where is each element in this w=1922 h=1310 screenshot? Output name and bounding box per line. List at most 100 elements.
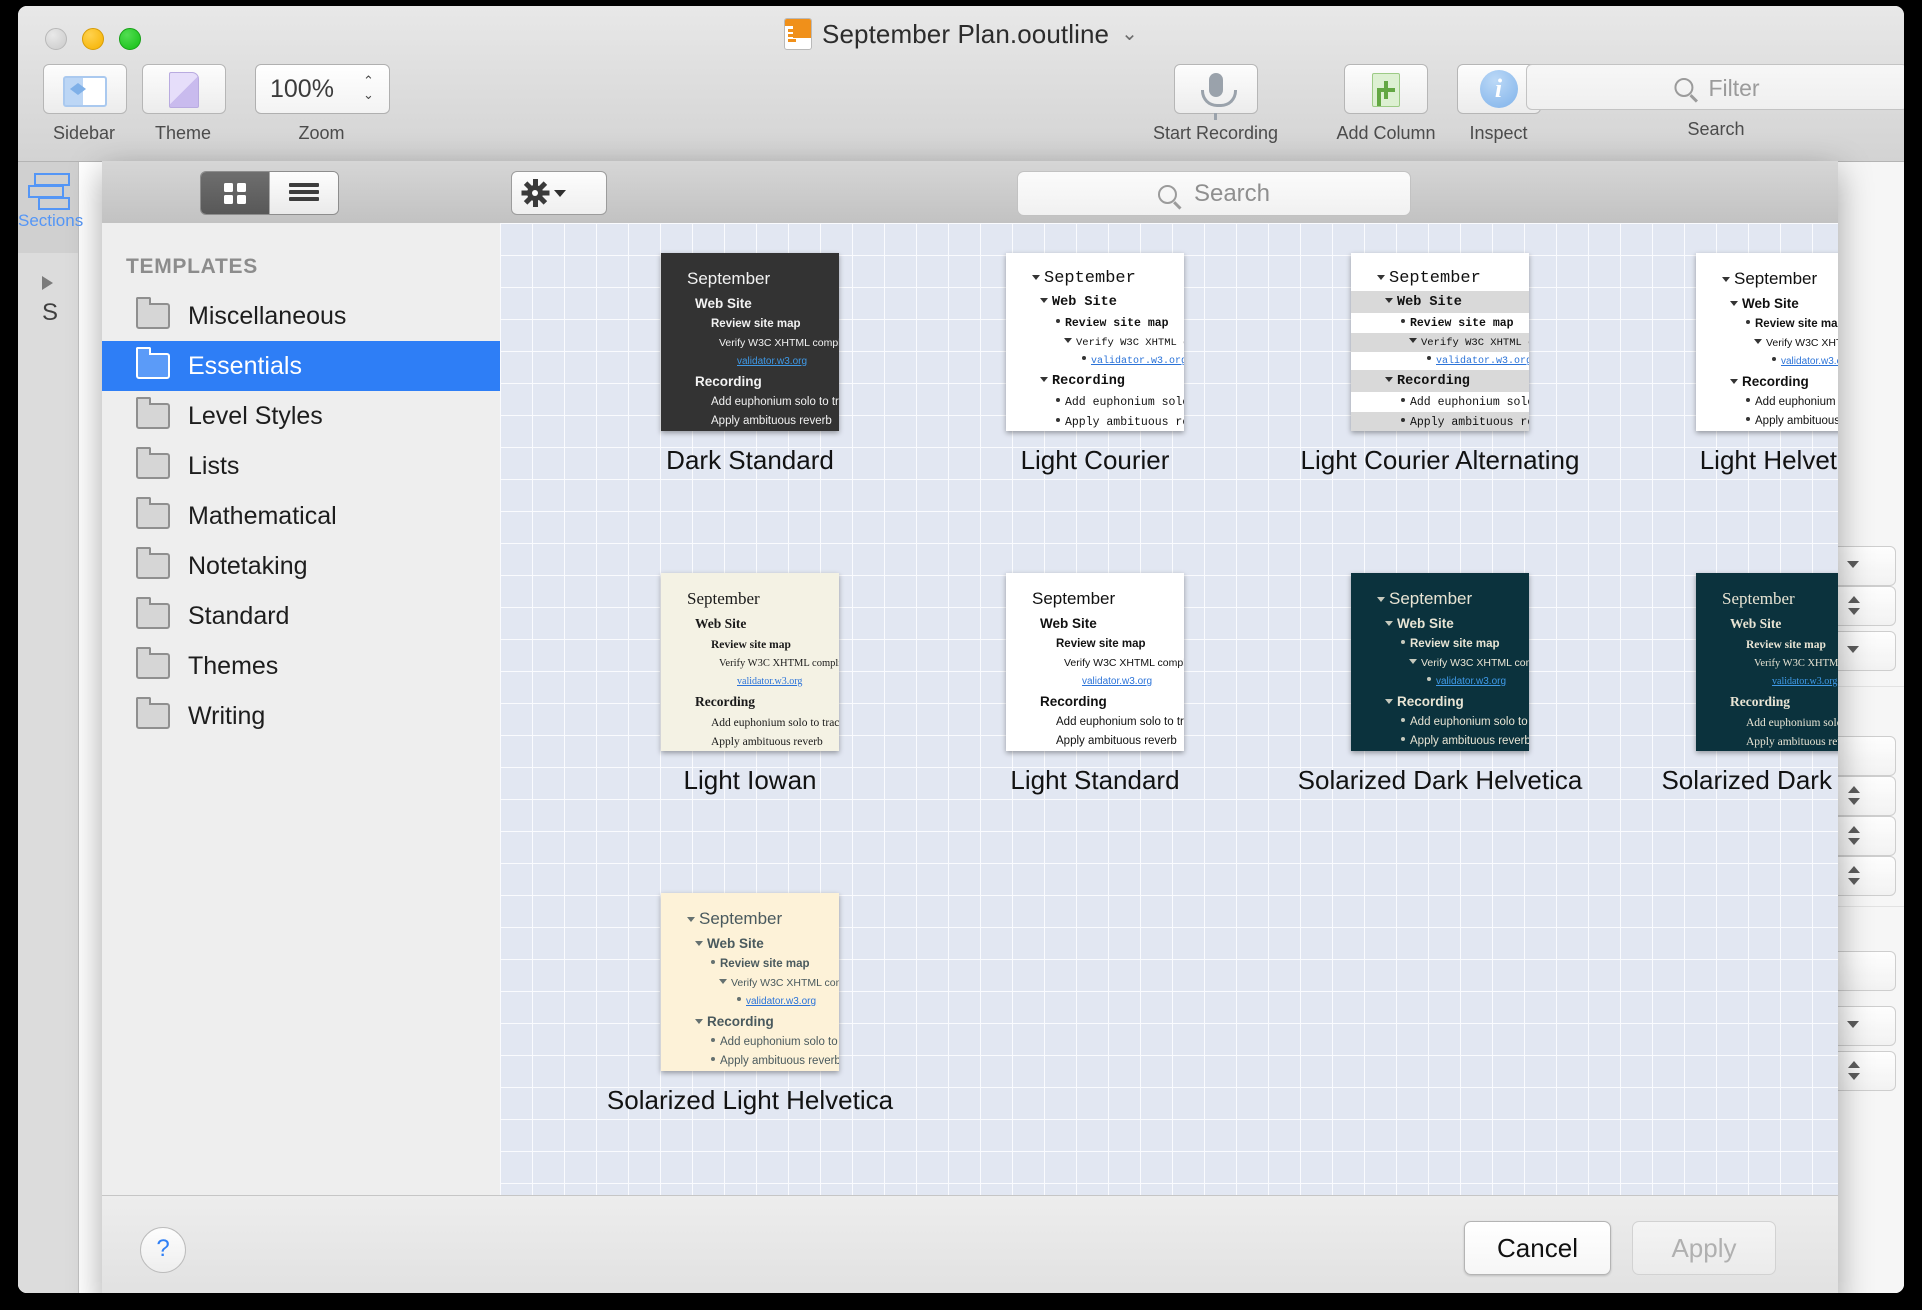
theme-icon	[169, 72, 199, 108]
template-preview-line: Verify W3C XHTML compliance	[1006, 333, 1184, 352]
view-mode-segmented-control[interactable]	[200, 171, 339, 215]
disclosure-triangle-icon	[1032, 275, 1040, 280]
template-preview-line: Add euphonium solo to track	[1696, 392, 1838, 411]
template-preview-line: Verify W3C XHTML compliance	[1006, 653, 1184, 672]
template-thumbnail[interactable]: September Web Site Review site map Verify W…	[1351, 253, 1529, 431]
template-cell[interactable]: September Web Site Review site map Verify W…	[1290, 253, 1590, 475]
template-preview-line: Review site map	[661, 635, 839, 654]
zoom-field[interactable]: 100% ⌃ ⌄	[255, 64, 390, 114]
template-preview-line: validator.w3.org	[1006, 352, 1184, 370]
template-cell[interactable]: September Web Site Review site map Verify W…	[945, 253, 1245, 475]
category-item-themes[interactable]: Themes	[102, 641, 500, 691]
category-item-essentials[interactable]: Essentials	[102, 341, 500, 391]
template-preview-line: Add euphonium solo to track	[1696, 713, 1838, 732]
category-label: Themes	[188, 651, 279, 680]
template-preview-text: Verify W3C XHTML compliance	[719, 658, 839, 669]
template-preview-text: Recording	[695, 374, 762, 389]
template-preview-text: Recording	[707, 1014, 774, 1029]
template-thumbnail[interactable]: September Web Site Review site map Verify W…	[1006, 573, 1184, 751]
template-preview-line: Review site map	[661, 954, 839, 973]
category-item-mathematical[interactable]: Mathematical	[102, 491, 500, 541]
template-thumbnail[interactable]: September Web Site Review site map Verify W…	[661, 573, 839, 751]
sheet-header: Search	[102, 161, 1838, 224]
category-item-miscellaneous[interactable]: Miscellaneous	[102, 291, 500, 341]
template-preview-text: September	[1722, 589, 1795, 608]
template-preview-text: Web Site	[1742, 296, 1799, 311]
add-column-button[interactable]	[1344, 64, 1428, 114]
category-item-standard[interactable]: Standard	[102, 591, 500, 641]
microphone-icon	[1200, 73, 1237, 107]
toolbar-zoom[interactable]: 100% ⌃ ⌄ Zoom	[255, 64, 390, 144]
folder-icon	[136, 597, 170, 629]
search-icon	[1157, 185, 1177, 204]
template-search-input[interactable]: Search	[1017, 171, 1411, 216]
template-preview-text: Review site map	[711, 639, 791, 651]
category-item-writing[interactable]: Writing	[102, 691, 500, 741]
template-thumbnail[interactable]: September Web Site Review site map Verify W…	[1006, 253, 1184, 431]
bullet-icon	[1746, 398, 1750, 402]
template-cell[interactable]: September Web Site Review site map Verify W…	[945, 573, 1245, 795]
template-preview-text: Verify W3C XHTML compliance	[1421, 657, 1529, 669]
start-recording-button[interactable]	[1173, 64, 1258, 120]
template-preview-line: Review site map	[661, 314, 839, 333]
template-preview-text: Apply ambituous reverb	[720, 1055, 839, 1067]
bullet-icon	[1772, 357, 1776, 361]
template-preview-line: Web Site	[661, 932, 839, 954]
toolbar-search[interactable]: Filter Search	[1526, 64, 1904, 140]
help-button[interactable]: ?	[140, 1227, 186, 1273]
category-label: Writing	[188, 701, 266, 730]
category-item-lists[interactable]: Lists	[102, 441, 500, 491]
toolbar-start-recording[interactable]: Start Recording	[1133, 64, 1298, 144]
bullet-icon	[1401, 398, 1405, 402]
toolbar-theme[interactable]: Theme	[142, 64, 226, 144]
title-chevron-down-icon[interactable]: ⌄	[1121, 21, 1138, 46]
template-preview-line: Web Site	[661, 612, 839, 635]
template-grid[interactable]: September Web Site Review site map Verify W…	[500, 223, 1838, 1196]
disclosure-triangle-icon	[1409, 338, 1417, 343]
template-preview-text: September	[687, 269, 771, 288]
template-preview: September Web Site Review site map Verify W…	[1696, 573, 1838, 751]
template-thumbnail[interactable]: September Web Site Review site map Verify W…	[1696, 573, 1838, 751]
template-preview: September Web Site Review site map Verify W…	[661, 253, 839, 431]
template-preview-line: September	[1006, 587, 1184, 612]
template-cell[interactable]: September Web Site Review site map Verify W…	[1635, 253, 1838, 475]
template-thumbnail[interactable]: September Web Site Review site map Verify W…	[1351, 573, 1529, 751]
template-cell[interactable]: September Web Site Review site map Verify W…	[1635, 573, 1838, 795]
template-preview-text: September	[1734, 269, 1818, 288]
sheet-body: TEMPLATES Miscellaneous Essentials Level…	[102, 223, 1838, 1196]
disclosure-triangle-icon	[1722, 277, 1730, 282]
template-preview-text: Verify W3C XHTML compliance	[719, 337, 839, 349]
template-preview-line: September	[1696, 267, 1838, 292]
search-icon	[1674, 78, 1694, 97]
template-cell[interactable]: September Web Site Review site map Verify W…	[1290, 573, 1590, 795]
action-menu-button[interactable]	[511, 171, 607, 215]
list-view-button[interactable]	[269, 172, 338, 214]
template-preview-link: validator.w3.org	[1436, 676, 1507, 687]
template-preview-line: Apply ambituous reverb	[661, 1051, 839, 1070]
category-item-notetaking[interactable]: Notetaking	[102, 541, 500, 591]
zoom-stepper-icon[interactable]: ⌃ ⌄	[360, 74, 377, 104]
theme-button[interactable]	[142, 64, 226, 114]
cancel-button[interactable]: Cancel	[1464, 1221, 1611, 1275]
sidebar-toggle-icon	[63, 76, 107, 107]
category-item-level-styles[interactable]: Level Styles	[102, 391, 500, 441]
template-cell[interactable]: September Web Site Review site map Verify W…	[600, 253, 900, 475]
toolbar-sidebar[interactable]: Sidebar	[43, 64, 127, 144]
template-thumbnail[interactable]: September Web Site Review site map Verify W…	[661, 253, 839, 431]
sidebar-toggle-button[interactable]	[43, 64, 127, 114]
template-preview-text: Add euphonium solo to track	[1065, 396, 1184, 409]
disclosure-triangle-icon	[1385, 377, 1393, 382]
template-thumbnail[interactable]: September Web Site Review site map Verify W…	[661, 893, 839, 1071]
folder-icon	[136, 297, 170, 329]
template-preview-line: Verify W3C XHTML compliance	[661, 973, 839, 992]
grid-view-button[interactable]	[201, 172, 269, 214]
template-preview-text: September	[699, 909, 783, 928]
template-thumbnail[interactable]: September Web Site Review site map Verify W…	[1696, 253, 1838, 431]
filter-input[interactable]: Filter	[1526, 64, 1904, 110]
template-preview-link: validator.w3.org	[737, 356, 808, 367]
list-view-icon	[289, 182, 319, 204]
template-cell[interactable]: September Web Site Review site map Verify W…	[600, 573, 900, 795]
template-preview-text: Recording	[1040, 694, 1107, 709]
template-preview-line: Verify W3C XHTML compliance	[661, 654, 839, 672]
template-cell[interactable]: September Web Site Review site map Verify W…	[600, 893, 900, 1115]
